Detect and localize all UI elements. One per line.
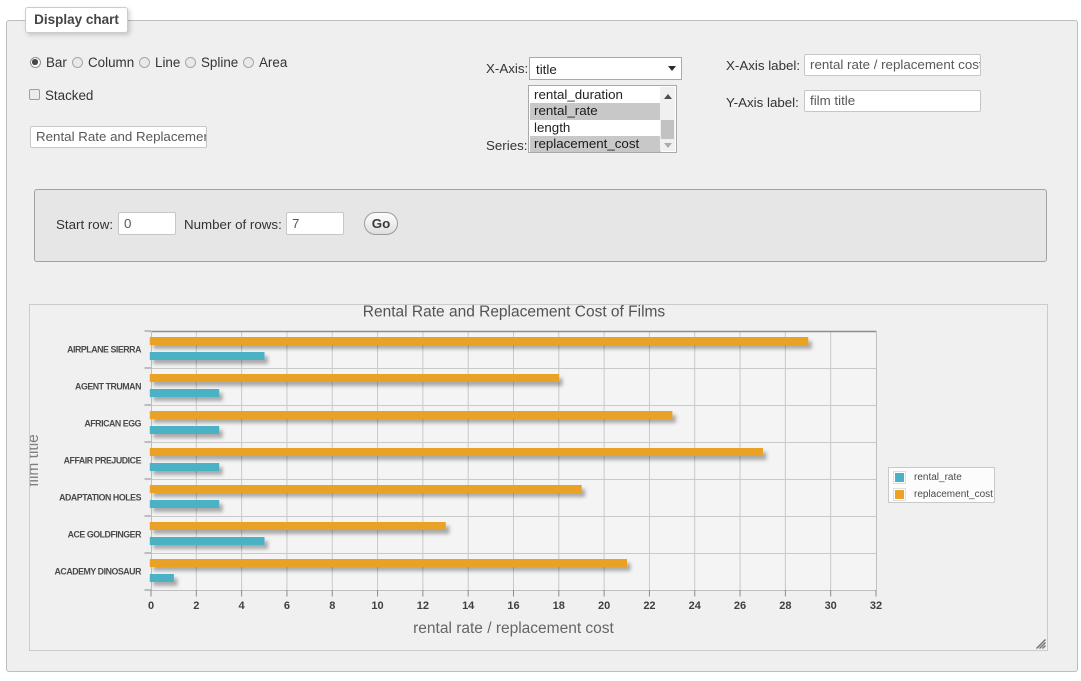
svg-text:rental rate / replacement cost: rental rate / replacement cost [413,620,614,637]
svg-text:Rental Rate and Replacement Co: Rental Rate and Replacement Cost of Film… [363,305,666,321]
svg-text:8: 8 [329,600,335,612]
svg-text:28: 28 [779,600,791,612]
svg-text:AGENT TRUMAN: AGENT TRUMAN [75,382,141,392]
svg-text:18: 18 [553,600,565,612]
svg-text:AFRICAN EGG: AFRICAN EGG [84,419,141,429]
svg-text:AIRPLANE SIERRA: AIRPLANE SIERRA [67,345,142,355]
svg-text:30: 30 [825,600,837,612]
svg-text:ACE GOLDFINGER: ACE GOLDFINGER [68,530,142,540]
svg-text:film title: film title [30,434,42,487]
svg-text:4: 4 [239,600,246,612]
svg-text:12: 12 [417,600,429,612]
svg-text:2: 2 [193,600,199,612]
svg-text:14: 14 [462,600,475,612]
svg-text:6: 6 [284,600,290,612]
svg-text:AFFAIR PREJUDICE: AFFAIR PREJUDICE [64,456,142,466]
svg-text:16: 16 [507,600,519,612]
svg-text:ACADEMY DINOSAUR: ACADEMY DINOSAUR [55,567,143,577]
svg-text:20: 20 [598,600,610,612]
svg-text:22: 22 [643,600,655,612]
svg-text:ADAPTATION HOLES: ADAPTATION HOLES [59,493,141,503]
svg-text:10: 10 [371,600,383,612]
svg-text:0: 0 [148,600,154,612]
svg-text:24: 24 [689,600,702,612]
svg-text:32: 32 [870,600,882,612]
svg-text:26: 26 [734,600,746,612]
